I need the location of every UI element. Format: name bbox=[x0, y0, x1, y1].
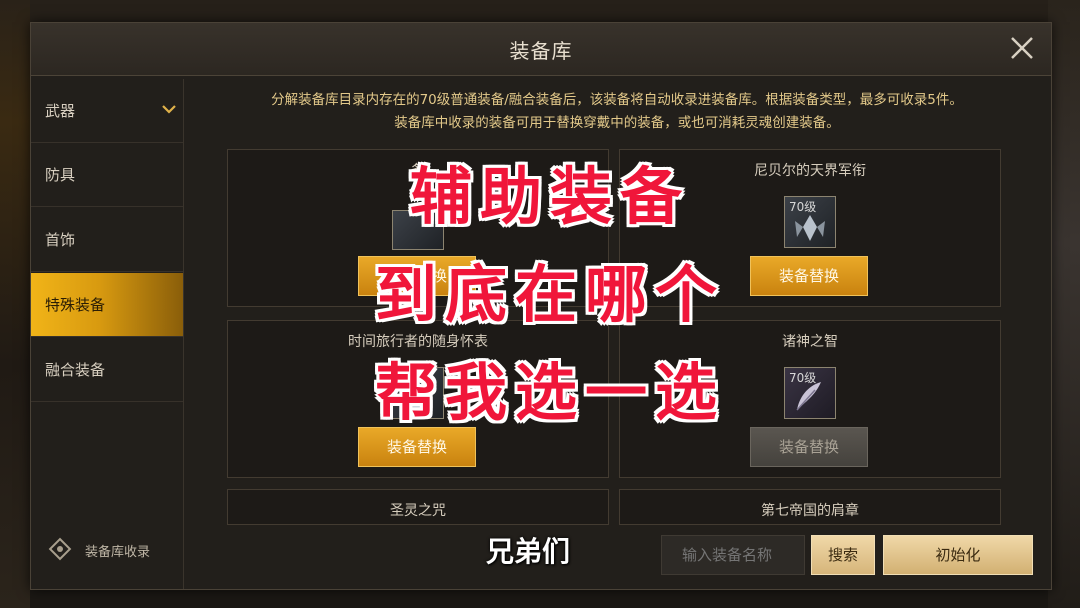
sidebar-item-armor[interactable]: 防具 bbox=[31, 143, 183, 207]
background-left-strip bbox=[0, 0, 30, 608]
search-button[interactable]: 搜索 bbox=[811, 535, 875, 575]
equipment-card: 圣灵之咒 bbox=[227, 489, 609, 525]
equipment-name: 第七帝国的肩章 bbox=[761, 503, 859, 519]
collection-label: 装备库收录 bbox=[85, 545, 151, 560]
reset-button[interactable]: 初始化 bbox=[883, 535, 1033, 575]
close-button[interactable] bbox=[1007, 33, 1037, 63]
video-overlay-caption: 辅助装备 到底在哪个 帮我选一选 bbox=[310, 148, 790, 442]
equipment-icon[interactable]: 70级 bbox=[784, 196, 836, 248]
description-line-1: 分解装备库目录内存在的70级普通装备/融合装备后，该装备将自动收录进装备库。根据… bbox=[271, 92, 963, 108]
sidebar-item-weapon[interactable]: 武器 bbox=[31, 79, 183, 143]
description-line-2: 装备库中收录的装备可用于替换穿戴中的装备，或也可消耗灵魂创建装备。 bbox=[394, 115, 840, 131]
search-bar: 搜索 初始化 bbox=[183, 523, 1051, 589]
overlay-line-1: 辅助装备 bbox=[409, 160, 690, 233]
feather-icon bbox=[796, 382, 821, 411]
sidebar-item-label: 防具 bbox=[45, 166, 76, 184]
close-icon bbox=[1011, 37, 1033, 59]
background-top-strip bbox=[0, 0, 1080, 22]
sidebar-item-label: 首饰 bbox=[45, 231, 76, 249]
sidebar-item-label: 融合装备 bbox=[45, 361, 106, 379]
overlay-line-3: 帮我选一选 bbox=[374, 356, 725, 429]
dialog-title: 装备库 bbox=[509, 39, 573, 63]
chevron-down-icon bbox=[162, 105, 176, 114]
collection-emblem-icon bbox=[48, 537, 72, 561]
background-right-strip bbox=[1048, 0, 1080, 608]
rank-insignia-icon bbox=[795, 215, 825, 241]
video-subtitle: 兄弟们 bbox=[486, 535, 571, 568]
equipment-search-input[interactable] bbox=[661, 535, 805, 575]
sidebar-item-label: 武器 bbox=[45, 102, 76, 120]
sidebar-item-accessory[interactable]: 首饰 bbox=[31, 208, 183, 272]
sidebar-item-fusion-equipment[interactable]: 融合装备 bbox=[31, 338, 183, 402]
sidebar-item-label: 特殊装备 bbox=[45, 296, 106, 314]
library-collection-button[interactable]: 装备库收录 bbox=[45, 534, 185, 564]
sidebar-item-special-equipment[interactable]: 特殊装备 bbox=[31, 273, 183, 337]
dialog-header: 装备库 bbox=[31, 23, 1051, 76]
equipment-icon[interactable]: 70级 bbox=[784, 367, 836, 419]
library-description: 分解装备库目录内存在的70级普通装备/融合装备后，该装备将自动收录进装备库。根据… bbox=[183, 89, 1051, 135]
equipment-card: 第七帝国的肩章 bbox=[619, 489, 1001, 525]
overlay-line-2: 到底在哪个 bbox=[374, 258, 725, 331]
equipment-name: 圣灵之咒 bbox=[390, 503, 446, 519]
category-sidebar: 武器 防具 首饰 特殊装备 融合装备 装备库收录 bbox=[31, 79, 184, 589]
